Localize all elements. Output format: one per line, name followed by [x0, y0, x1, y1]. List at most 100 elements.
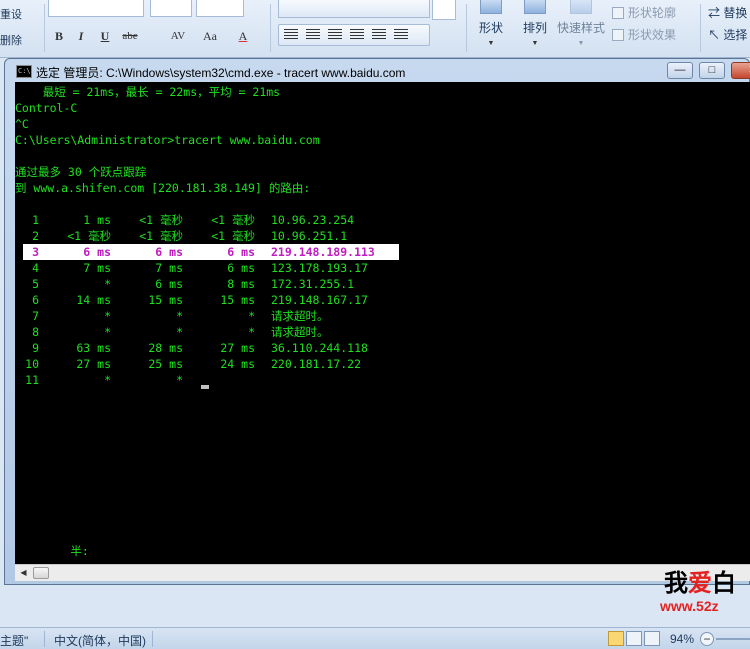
hop-t1: 7 ms	[83, 261, 111, 275]
tracert-hop-row-selected: 3 6 ms 6 ms 6 ms 219.148.189.113	[23, 244, 399, 260]
console-line: 通过最多 30 个跃点跟踪	[15, 165, 147, 179]
hop-t1: 1 ms	[83, 213, 111, 227]
status-language[interactable]: 中文(简体，中国)	[54, 632, 146, 649]
hop-t1: *	[104, 325, 111, 339]
console-line: Control-C	[15, 101, 78, 115]
cmd-window[interactable]: C:\ 选定 管理员: C:\Windows\system32\cmd.exe …	[4, 58, 750, 585]
hop-t3: 6 ms	[227, 261, 255, 275]
shape-effects-icon	[612, 29, 624, 41]
hop-t1: 14 ms	[76, 293, 111, 307]
dropdown-arrow-icon: ▼	[577, 40, 585, 47]
italic-button[interactable]: I	[72, 27, 90, 45]
align-right-icon[interactable]	[328, 29, 342, 41]
shape-effects-button[interactable]: 形状效果	[612, 26, 676, 43]
font-color-button[interactable]: A	[236, 27, 250, 45]
hop-t2: 7 ms	[155, 261, 183, 275]
hop-n: 2	[32, 229, 39, 243]
hop-addr: 123.178.193.17	[271, 261, 368, 275]
hop-addr: 请求超时。	[271, 309, 329, 323]
hop-addr: 10.96.251.1	[271, 229, 348, 243]
reset-button[interactable]: 重设	[0, 2, 22, 28]
ribbon-separator	[44, 4, 45, 52]
zoom-level[interactable]: 94%	[670, 632, 694, 646]
align-left-icon[interactable]	[284, 29, 298, 41]
list-buttons-group[interactable]	[278, 0, 430, 18]
shape-outline-icon	[612, 7, 624, 19]
minimize-button[interactable]: —	[667, 62, 693, 79]
justify-icon[interactable]	[350, 29, 364, 41]
hop-addr: 220.181.17.22	[271, 357, 362, 371]
hop-t2: 25 ms	[148, 357, 183, 371]
hop-n: 1	[32, 213, 39, 227]
hop-addr: 10.96.23.254	[271, 213, 355, 227]
quick-styles-icon	[570, 0, 592, 14]
slideshow-view-icon[interactable]	[644, 631, 660, 646]
select-label: 选择	[723, 28, 748, 42]
shape-effects-label: 形状效果	[628, 28, 677, 42]
zoom-out-button[interactable]: −	[700, 632, 714, 646]
font-size-box[interactable]	[150, 0, 192, 17]
ribbon-separator	[700, 4, 701, 52]
ribbon-left-group: 重设 删除	[0, 2, 22, 54]
watermark-char: 我	[664, 569, 688, 597]
columns-icon[interactable]	[394, 29, 408, 41]
hop-t3: 15 ms	[220, 293, 255, 307]
zoom-slider[interactable]	[716, 638, 750, 640]
hop-t2: *	[176, 309, 183, 323]
normal-view-icon[interactable]	[608, 631, 624, 646]
distribute-icon[interactable]	[372, 29, 386, 41]
align-center-icon[interactable]	[306, 29, 320, 41]
hop-n: 10	[25, 357, 39, 371]
hop-t3: 24 ms	[220, 357, 255, 371]
shapes-button[interactable]: 形状 ▼	[474, 0, 508, 47]
console-output[interactable]: 最短 = 21ms，最长 = 22ms，平均 = 21ms Control-C …	[15, 82, 750, 564]
hop-t3: 27 ms	[220, 341, 255, 355]
cmd-icon: C:\	[16, 65, 32, 78]
replace-button[interactable]: ⇄ 替换	[708, 4, 747, 21]
hop-t1: *	[104, 373, 111, 387]
replace-label: 替换	[723, 6, 748, 20]
hop-n: 4	[32, 261, 39, 275]
status-separator	[152, 631, 153, 647]
bold-button[interactable]: B	[50, 27, 68, 45]
hop-t3: <1 毫秒	[211, 229, 255, 243]
hop-t3: 8 ms	[227, 277, 255, 291]
quick-styles-label: 快速样式	[556, 21, 605, 35]
dropdown-arrow-icon: ▼	[531, 40, 539, 47]
arrange-icon	[524, 0, 546, 14]
alignment-group	[278, 24, 430, 46]
scroll-left-icon[interactable]: ◀	[15, 565, 32, 581]
shape-outline-button[interactable]: 形状轮廓	[612, 4, 676, 21]
quick-styles-button[interactable]: 快速样式 ▼	[556, 0, 606, 47]
hop-t2: 6 ms	[155, 245, 183, 259]
change-case-button[interactable]: Aa	[200, 27, 220, 45]
slide-sorter-view-icon[interactable]	[626, 631, 642, 646]
delete-button[interactable]: 删除	[0, 28, 22, 54]
ribbon: 重设 删除 B I U abe AV Aa A 形状 ▼ 排列 ▼ 快速样式 ▼…	[0, 0, 750, 58]
font-name-box[interactable]	[48, 0, 144, 17]
status-bar: 主题" 中文(简体，中国) 94% −	[0, 627, 750, 649]
console-line: ^C	[15, 117, 29, 131]
hop-addr: 219.148.189.113	[271, 245, 375, 259]
underline-button[interactable]: U	[96, 27, 114, 45]
hop-n: 5	[32, 277, 39, 291]
hop-t1: <1 毫秒	[67, 229, 111, 243]
hop-n: 11	[25, 373, 39, 387]
grow-shrink-font-buttons[interactable]	[196, 0, 244, 17]
hop-t1: 63 ms	[76, 341, 111, 355]
status-theme[interactable]: 主题"	[0, 632, 28, 649]
text-direction-button[interactable]	[432, 0, 456, 20]
strikethrough-button[interactable]: abe	[118, 27, 142, 45]
hop-n: 8	[32, 325, 39, 339]
arrange-button[interactable]: 排列 ▼	[518, 0, 552, 47]
scroll-thumb[interactable]	[33, 567, 49, 579]
hop-t1: *	[104, 309, 111, 323]
close-button[interactable]: ✕	[731, 62, 750, 79]
horizontal-scrollbar[interactable]: ◀	[15, 564, 750, 581]
char-spacing-button[interactable]: AV	[168, 27, 188, 45]
hop-t1: 27 ms	[76, 357, 111, 371]
hop-n: 6	[32, 293, 39, 307]
cmd-window-title: 选定 管理员: C:\Windows\system32\cmd.exe - tr…	[36, 66, 406, 80]
select-button[interactable]: ↖ 选择	[708, 26, 747, 43]
maximize-button[interactable]: □	[699, 62, 725, 79]
